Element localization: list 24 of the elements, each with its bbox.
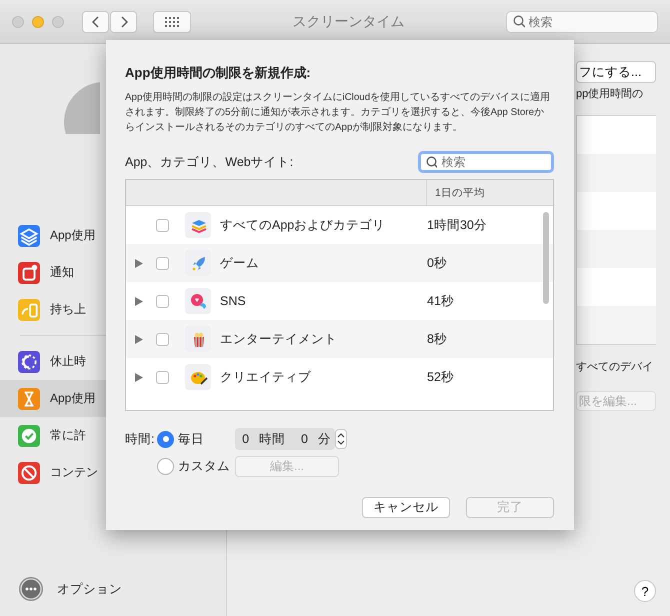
category-name: クリエイティブ	[220, 368, 312, 386]
time-label: 時間:	[125, 432, 154, 446]
window-title: スクリーンタイム	[292, 12, 406, 30]
category-name: すべてのAppおよびカテゴリ	[220, 216, 386, 234]
list-label: App、カテゴリ、Webサイト:	[125, 154, 294, 170]
sidebar-label: 休止時	[50, 353, 86, 370]
dialog-description: App使用時間の制限の設定はスクリーンタイムにiCloudを使用しているすべてのデバイスに適用されます。制限終了の5分前に通知が表示されます。カテゴリを選択すると、今後App StoreからインストールされるそのカテゴリのすべてのAppが制限対象になります。	[125, 90, 552, 135]
sidebar-label: コンテン	[50, 464, 98, 481]
description-text: すべてのデバイ	[576, 360, 654, 374]
sidebar-label: App使用	[50, 227, 96, 244]
category-name: SNS	[220, 294, 247, 308]
category-name: エンターテイメント	[220, 330, 338, 348]
daily-average: 0秒	[427, 254, 447, 272]
sidebar-label: 通知	[50, 264, 74, 281]
daily-average: 1時間30分	[427, 216, 487, 234]
description-text: pp使用時間の	[576, 87, 644, 101]
sidebar-label: 常に許	[50, 427, 86, 444]
daily-average: 52秒	[427, 368, 454, 386]
category-name: ゲーム	[220, 254, 260, 272]
sidebar-label: App使用	[50, 390, 96, 407]
daily-average: 41秒	[427, 292, 454, 310]
dialog-title: App使用時間の制限を新規作成:	[125, 64, 312, 82]
sidebar-label: 持ち上	[50, 301, 86, 318]
daily-average: 8秒	[427, 330, 447, 348]
